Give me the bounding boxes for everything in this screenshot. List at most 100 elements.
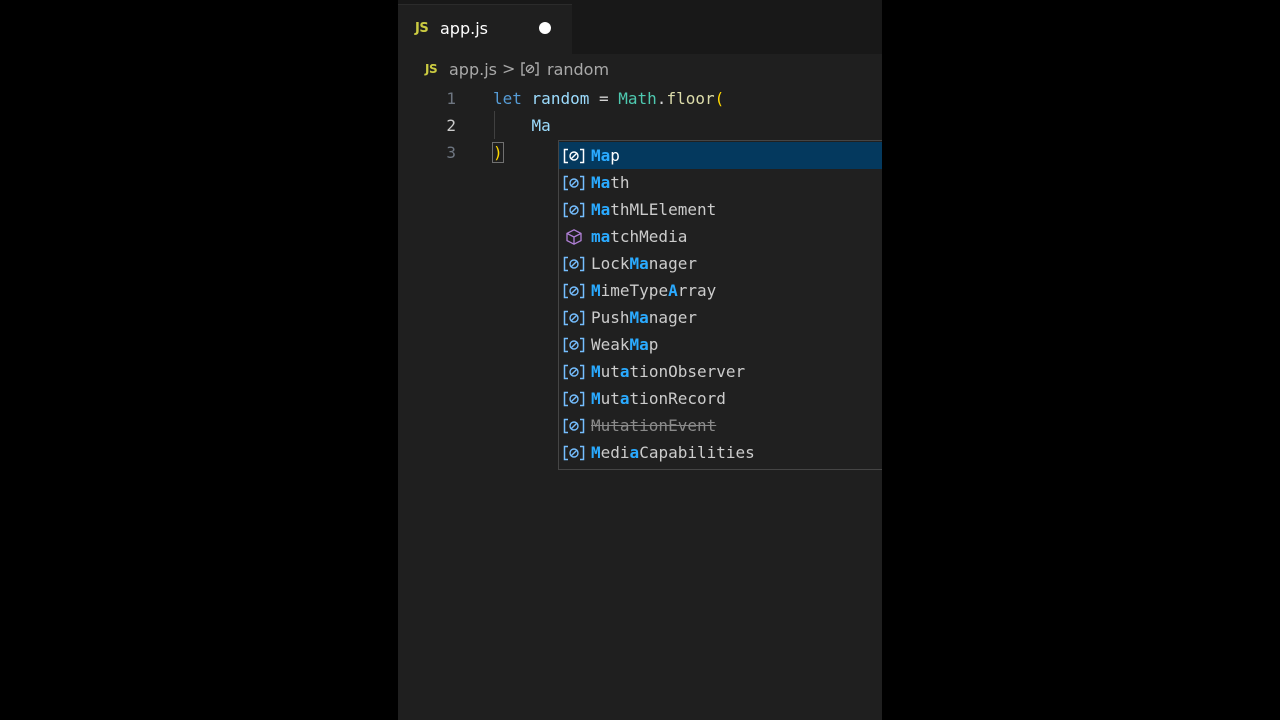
suggestion-item[interactable]: MutationRecord [559, 385, 882, 412]
suggestion-match: Ma [591, 173, 611, 192]
dot-token: . [656, 89, 667, 108]
typed-token: Ma [531, 116, 551, 135]
suggestion-match: Ma [629, 335, 649, 354]
variable-icon [563, 310, 585, 326]
line-content: ) [492, 139, 504, 166]
suggestion-match: M [591, 443, 601, 462]
variable-token: random [531, 89, 590, 108]
suggestion-item[interactable]: Map [559, 142, 882, 169]
breadcrumb-file[interactable]: app.js [449, 60, 497, 79]
suggestion-label: PushManager [591, 304, 697, 331]
javascript-file-icon: JS [415, 21, 429, 36]
suggestion-match: Ma [591, 200, 611, 219]
unsaved-changes-dot-icon[interactable] [539, 22, 551, 34]
suggestion-text: Capabilities [639, 443, 755, 462]
suggestion-match: M [591, 362, 601, 381]
suggestion-label: matchMedia [591, 223, 687, 250]
line-content: let random = Math.floor( [493, 85, 724, 112]
suggestion-text: rray [677, 281, 717, 300]
line-number: 2 [446, 116, 456, 135]
line-number: 1 [446, 89, 456, 108]
suggestion-label: Math [591, 169, 630, 196]
suggestion-label: Map [591, 142, 620, 169]
tab-app-js[interactable]: JS app.js [398, 4, 572, 54]
keyword-token: let [493, 89, 522, 108]
suggestion-label: WeakMap [591, 331, 658, 358]
suggestion-label: MutationObserver [591, 358, 745, 385]
breadcrumb-chevron-icon: > [502, 59, 516, 78]
breadcrumb: JS app.js > random [398, 58, 882, 82]
suggestion-label: MediaCapabilities [591, 439, 755, 466]
suggestion-text: thMLElement [610, 200, 717, 219]
suggestion-widget: Map Math MathMLElement matchMedia LockManage… [558, 140, 882, 470]
suggestion-text: ut [600, 362, 620, 381]
suggestion-label: MathMLElement [591, 196, 716, 223]
variable-icon [563, 418, 585, 434]
variable-icon [563, 175, 585, 191]
code-line-2[interactable]: 2 Ma [398, 112, 882, 139]
breadcrumb-javascript-file-icon: JS [425, 62, 438, 76]
suggestion-text: tionRecord [629, 389, 726, 408]
line-number: 3 [446, 143, 456, 162]
suggestion-match: a [619, 389, 630, 408]
suggestion-text: MutationEvent [591, 416, 717, 435]
operator-token: = [598, 89, 609, 108]
editor-window: JS app.js JS app.js > random 1 let rando… [398, 0, 882, 720]
suggestion-text: imeType [600, 281, 669, 300]
code-line-1[interactable]: 1 let random = Math.floor( [398, 85, 882, 112]
variable-icon [563, 256, 585, 272]
suggestion-text: tionObserver [629, 362, 746, 381]
suggestion-item[interactable]: matchMedia [559, 223, 882, 250]
suggestion-label: MimeTypeArray [591, 277, 716, 304]
variable-icon [563, 445, 585, 461]
suggestion-label: MutationRecord [591, 385, 726, 412]
method-cube-icon [566, 229, 582, 245]
suggestion-text: p [648, 335, 659, 354]
method-token: floor [666, 89, 715, 108]
variable-icon [563, 391, 585, 407]
variable-icon [563, 364, 585, 380]
variable-icon [563, 202, 585, 218]
suggestion-match: ma [591, 227, 611, 246]
breadcrumb-symbol[interactable]: random [547, 60, 609, 79]
breadcrumb-variable-icon [521, 62, 539, 76]
suggestion-match: a [619, 362, 630, 381]
suggestion-match: a [629, 443, 640, 462]
suggestion-match: A [668, 281, 678, 300]
suggestion-text: nager [648, 308, 697, 327]
suggestion-item[interactable]: Math [559, 169, 882, 196]
open-paren-token: ( [714, 89, 725, 108]
tab-bar: JS app.js [398, 0, 882, 54]
variable-icon [563, 283, 585, 299]
suggestion-text: th [610, 173, 630, 192]
suggestion-text: ut [600, 389, 620, 408]
suggestion-text: p [610, 146, 620, 165]
suggestion-text: Lock [591, 254, 630, 273]
suggestion-text: tchMedia [610, 227, 688, 246]
suggestion-item[interactable]: MutationObserver [559, 358, 882, 385]
suggestion-item[interactable]: LockManager [559, 250, 882, 277]
suggestion-text: Push [591, 308, 630, 327]
suggestion-match: M [591, 281, 601, 300]
suggestion-item[interactable]: WeakMap [559, 331, 882, 358]
suggestion-item[interactable]: MathMLElement [559, 196, 882, 223]
variable-icon [563, 148, 585, 164]
suggestion-text: nager [648, 254, 697, 273]
tab-label: app.js [440, 19, 488, 38]
suggestion-text: Weak [591, 335, 630, 354]
suggestion-text: edi [600, 443, 630, 462]
close-paren-token: ) [492, 142, 504, 163]
suggestion-item[interactable]: MimeTypeArray [559, 277, 882, 304]
suggestion-match: Ma [591, 146, 611, 165]
suggestion-match: Ma [629, 308, 649, 327]
suggestion-item[interactable]: PushManager [559, 304, 882, 331]
suggestion-item[interactable]: MediaCapabilities [559, 439, 882, 466]
suggestion-label: LockManager [591, 250, 697, 277]
variable-icon [563, 337, 585, 353]
line-content: Ma [493, 112, 551, 139]
suggestion-match: Ma [629, 254, 649, 273]
object-token: Math [618, 89, 657, 108]
suggestion-label: MutationEvent [591, 412, 716, 439]
suggestion-match: M [591, 389, 601, 408]
suggestion-item[interactable]: MutationEvent [559, 412, 882, 439]
